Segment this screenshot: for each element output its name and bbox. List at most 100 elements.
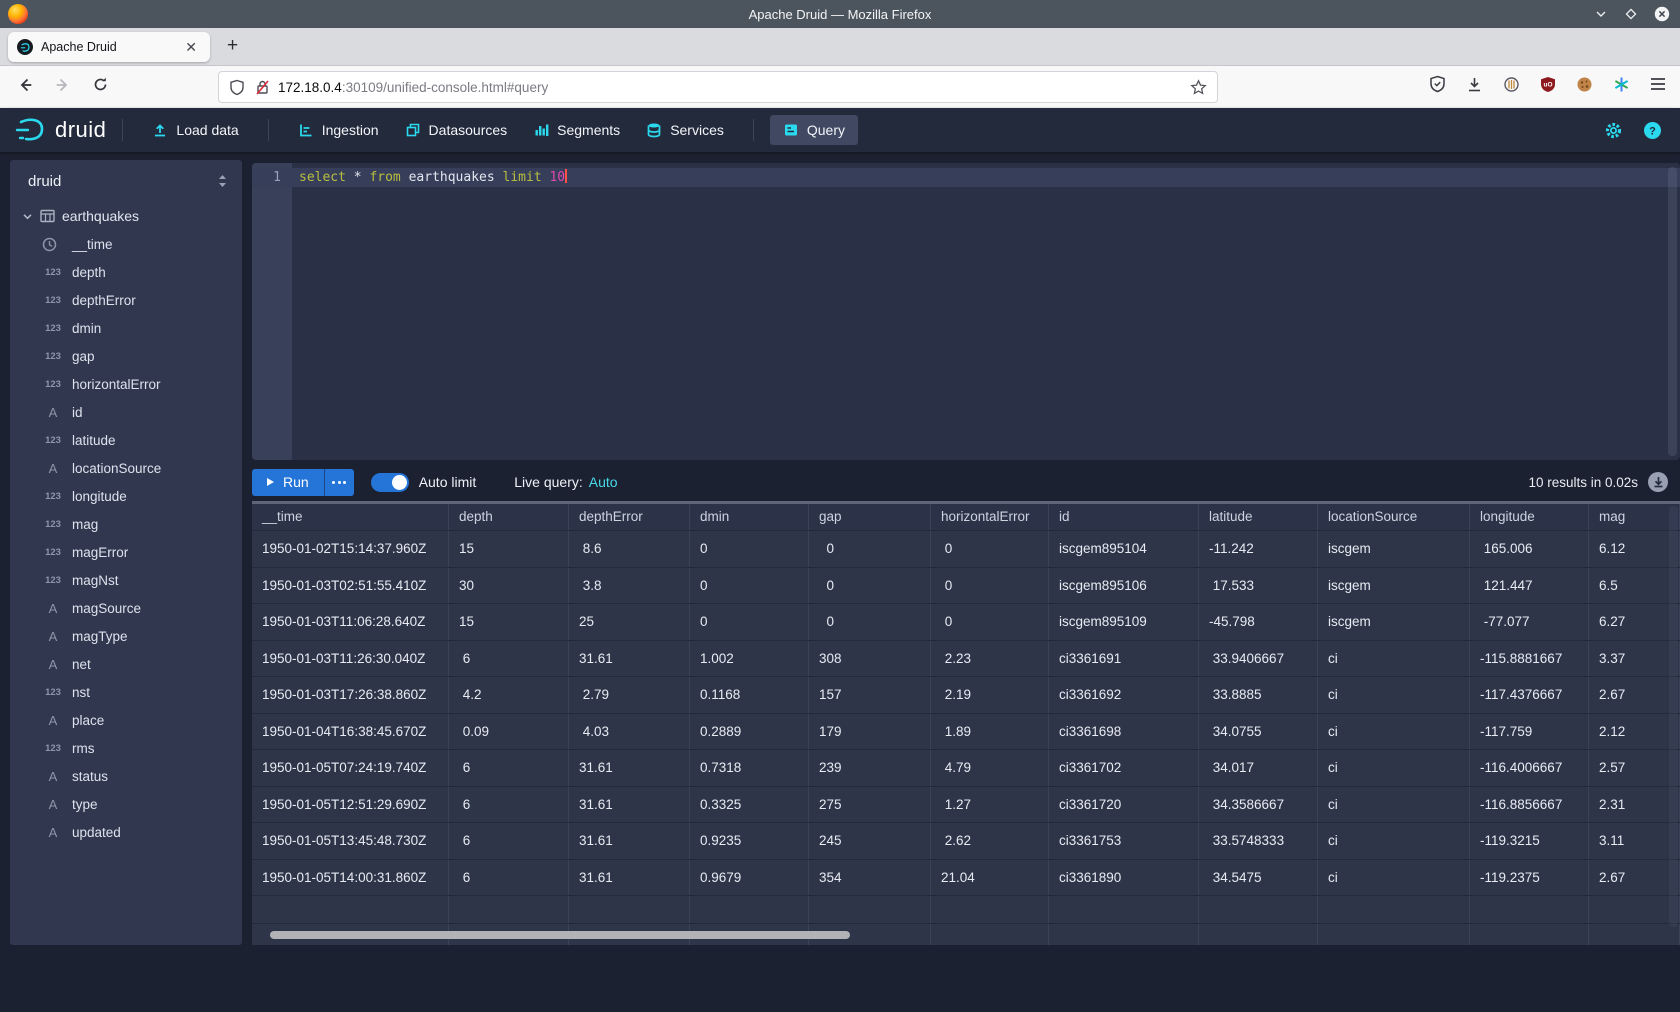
- schema-column-place[interactable]: Aplace: [10, 706, 242, 734]
- query-editor[interactable]: 1 select * from earthquakes limit 10: [252, 163, 1680, 460]
- back-icon[interactable]: [16, 76, 34, 94]
- nav-datasources[interactable]: Datasources: [392, 115, 521, 145]
- reload-icon[interactable]: [92, 76, 109, 93]
- schema-column-locationSource[interactable]: AlocationSource: [10, 454, 242, 482]
- url-bar[interactable]: 172.18.0.4:30109/unified-console.html#qu…: [218, 71, 1218, 103]
- download-results-icon[interactable]: [1648, 472, 1668, 492]
- live-query-value[interactable]: Auto: [589, 474, 618, 490]
- run-more-options-button[interactable]: [324, 469, 354, 496]
- table-cell: 1950-01-03T11:06:28.640Z: [252, 604, 449, 640]
- table-cell: 354: [809, 860, 931, 896]
- forward-icon[interactable]: [54, 76, 72, 94]
- vertical-scrollbar[interactable]: [1669, 506, 1678, 927]
- ublock-icon[interactable]: uO: [1540, 76, 1556, 93]
- table-cell: 8.6: [569, 531, 690, 567]
- column-header-__time[interactable]: __time: [252, 504, 449, 530]
- nav-label: Ingestion: [322, 122, 379, 138]
- table-cell: ci: [1318, 714, 1470, 750]
- table-cell: 1950-01-05T14:00:31.860Z: [252, 860, 449, 896]
- column-header-latitude[interactable]: latitude: [1199, 504, 1318, 530]
- tab-close-icon[interactable]: ✕: [181, 38, 201, 56]
- gear-icon[interactable]: [1604, 121, 1623, 140]
- table-cell: 30: [449, 568, 569, 604]
- close-icon[interactable]: [1654, 6, 1670, 22]
- column-header-id[interactable]: id: [1049, 504, 1199, 530]
- schema-column-id[interactable]: Aid: [10, 398, 242, 426]
- schema-column-__time[interactable]: __time: [10, 230, 242, 258]
- auto-limit-toggle[interactable]: [371, 473, 409, 492]
- nav-segments[interactable]: Segments: [520, 115, 633, 145]
- table-cell: 33.8885: [1199, 677, 1318, 713]
- schema-column-depthError[interactable]: 123depthError: [10, 286, 242, 314]
- schema-column-net[interactable]: Anet: [10, 650, 242, 678]
- container-extension-icon[interactable]: [1503, 76, 1520, 93]
- table-cell: 1950-01-03T17:26:38.860Z: [252, 677, 449, 713]
- empty-cell: [1049, 924, 1199, 945]
- svg-text:?: ?: [1649, 125, 1656, 137]
- column-header-longitude[interactable]: longitude: [1470, 504, 1589, 530]
- empty-cell: [931, 924, 1049, 945]
- schema-column-label: magType: [72, 629, 128, 644]
- schema-column-horizontalError[interactable]: 123horizontalError: [10, 370, 242, 398]
- column-header-locationSource[interactable]: locationSource: [1318, 504, 1470, 530]
- lock-insecure-icon[interactable]: [255, 79, 270, 96]
- schema-column-longitude[interactable]: 123longitude: [10, 482, 242, 510]
- schema-column-gap[interactable]: 123gap: [10, 342, 242, 370]
- maximize-icon[interactable]: [1624, 7, 1638, 21]
- schema-column-latitude[interactable]: 123latitude: [10, 426, 242, 454]
- column-header-horizontalError[interactable]: horizontalError: [931, 504, 1049, 530]
- schema-column-type[interactable]: Atype: [10, 790, 242, 818]
- pocket-shield-icon[interactable]: [1429, 75, 1446, 93]
- schema-column-magSource[interactable]: AmagSource: [10, 594, 242, 622]
- run-button[interactable]: Run: [252, 469, 324, 496]
- horizontal-scrollbar[interactable]: [270, 931, 850, 939]
- table-cell: 0: [931, 568, 1049, 604]
- nav-services[interactable]: Services: [633, 115, 737, 145]
- nav-divider: [753, 119, 754, 141]
- bookmark-star-icon[interactable]: [1190, 79, 1207, 96]
- browser-tab[interactable]: Apache Druid ✕: [8, 32, 210, 62]
- schema-column-depth[interactable]: 123depth: [10, 258, 242, 286]
- schema-column-magNst[interactable]: 123magNst: [10, 566, 242, 594]
- table-cell: 0.9679: [690, 860, 809, 896]
- column-header-dmin[interactable]: dmin: [690, 504, 809, 530]
- table-cell: 31.61: [569, 641, 690, 677]
- column-header-depth[interactable]: depth: [449, 504, 569, 530]
- colorful-asterisk-extension-icon[interactable]: [1613, 76, 1630, 93]
- shield-icon[interactable]: [229, 79, 245, 96]
- schema-column-magType[interactable]: AmagType: [10, 622, 242, 650]
- table-cell: 6: [449, 641, 569, 677]
- nav-ingestion[interactable]: Ingestion: [285, 115, 392, 145]
- nav-load-data[interactable]: Load data: [139, 115, 251, 145]
- table-cell: 33.9406667: [1199, 641, 1318, 677]
- table-cell: 245: [809, 823, 931, 859]
- schema-column-label: type: [72, 797, 98, 812]
- nav-query[interactable]: Query: [770, 115, 858, 145]
- schema-column-dmin[interactable]: 123dmin: [10, 314, 242, 342]
- sql-token: earthquakes: [401, 170, 503, 185]
- schema-column-magError[interactable]: 123magError: [10, 538, 242, 566]
- sort-double-caret-icon[interactable]: [217, 174, 228, 188]
- schema-column-mag[interactable]: 123mag: [10, 510, 242, 538]
- tree-item-earthquakes[interactable]: earthquakes: [10, 202, 242, 230]
- column-header-mag[interactable]: mag: [1589, 504, 1680, 530]
- download-icon[interactable]: [1466, 76, 1483, 93]
- schema-column-label: dmin: [72, 321, 101, 336]
- minimize-icon[interactable]: [1594, 7, 1608, 21]
- editor-scrollbar[interactable]: [1668, 167, 1677, 456]
- number-type-icon: 123: [42, 267, 64, 278]
- play-icon: [267, 478, 274, 486]
- table-cell: 4.2: [449, 677, 569, 713]
- column-header-gap[interactable]: gap: [809, 504, 931, 530]
- schema-column-updated[interactable]: Aupdated: [10, 818, 242, 846]
- menu-icon[interactable]: [1650, 77, 1666, 91]
- druid-logo[interactable]: druid: [14, 117, 106, 143]
- empty-cell: [449, 896, 569, 923]
- schema-column-rms[interactable]: 123rms: [10, 734, 242, 762]
- new-tab-button[interactable]: +: [221, 35, 244, 57]
- schema-column-nst[interactable]: 123nst: [10, 678, 242, 706]
- cookie-extension-icon[interactable]: [1576, 76, 1593, 93]
- column-header-depthError[interactable]: depthError: [569, 504, 690, 530]
- help-icon[interactable]: ?: [1643, 121, 1662, 140]
- schema-column-status[interactable]: Astatus: [10, 762, 242, 790]
